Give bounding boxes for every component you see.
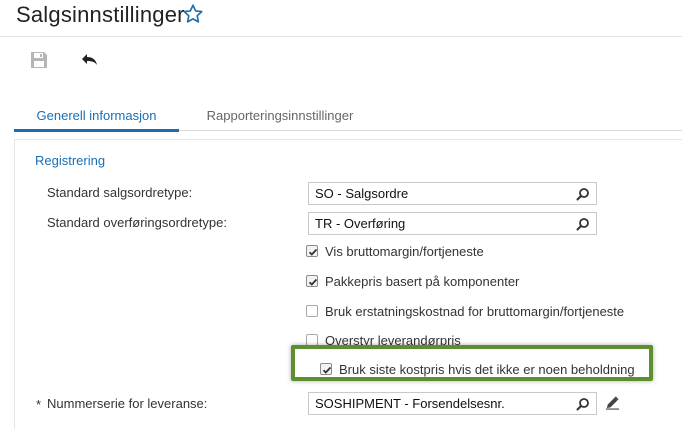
checkbox-label: Bruk siste kostpris hvis det ikke er noe…	[339, 362, 635, 377]
page-title: Salgsinnstillinger	[16, 2, 185, 27]
checkmark-icon	[322, 366, 332, 374]
tab-report-settings[interactable]: Rapporteringsinnstillinger	[190, 106, 370, 131]
shipment-numbering-value: SOSHIPMENT - Forsendelsesnr.	[315, 396, 505, 411]
checkbox-box[interactable]	[306, 305, 318, 317]
undo-icon	[82, 54, 97, 65]
search-icon[interactable]	[576, 187, 590, 201]
save-icon	[31, 52, 47, 68]
tab-general-info[interactable]: Generell informasjon	[14, 106, 179, 132]
save-button[interactable]	[28, 49, 52, 73]
search-icon[interactable]	[576, 217, 590, 231]
checkmark-icon	[308, 248, 318, 256]
checkbox-box[interactable]	[306, 275, 318, 287]
required-marker: *	[36, 397, 42, 412]
transfer-order-type-value: TR - Overføring	[315, 216, 406, 231]
checkbox-box[interactable]	[320, 363, 332, 375]
sales-order-type-label: Standard salgsordretype:	[47, 185, 193, 200]
transfer-order-type-label: Standard overføringsordretype:	[47, 215, 227, 230]
tab-bar: Generell informasjon Rapporteringsinnsti…	[14, 106, 682, 132]
undo-button[interactable]	[79, 49, 103, 73]
shipment-numbering-label: Nummerserie for leveranse:	[47, 396, 208, 411]
sales-order-type-input[interactable]: SO - Salgsordre	[308, 182, 597, 205]
checkmark-icon	[308, 278, 318, 286]
title-bar: Salgsinnstillinger	[0, 0, 682, 37]
checkbox-box[interactable]	[306, 245, 318, 257]
pencil-icon[interactable]	[605, 395, 620, 410]
checkbox-label: Vis bruttomargin/fortjeneste	[325, 244, 484, 259]
search-icon[interactable]	[576, 397, 590, 411]
star-icon[interactable]	[182, 3, 204, 25]
checkbox-label: Pakkepris basert på komponenter	[325, 274, 520, 289]
shipment-numbering-input[interactable]: SOSHIPMENT - Forsendelsesnr.	[308, 392, 597, 415]
transfer-order-type-input[interactable]: TR - Overføring	[308, 212, 597, 235]
sales-order-type-value: SO - Salgsordre	[315, 186, 409, 201]
section-title: Registrering	[35, 153, 106, 168]
checkbox-label: Bruk erstatningskostnad for bruttomargin…	[325, 304, 625, 319]
